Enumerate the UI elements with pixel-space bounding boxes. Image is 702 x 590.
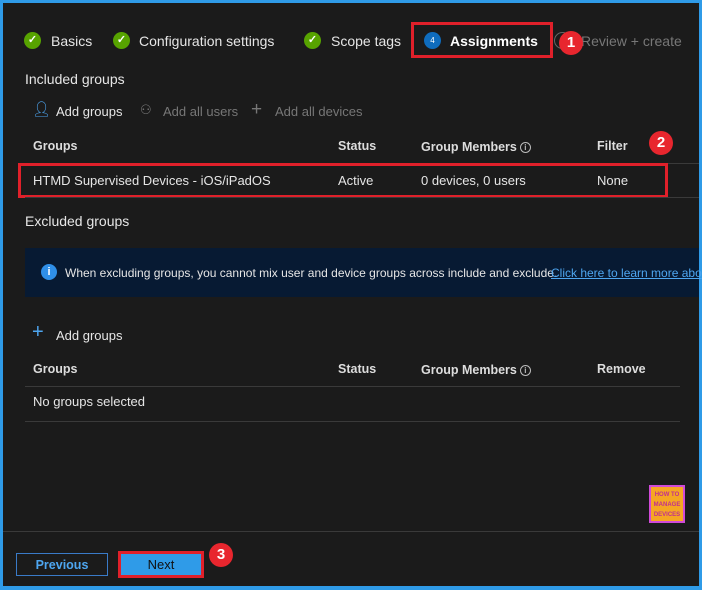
users-icon: ⚇ xyxy=(140,102,152,117)
assignment-wizard: ✓ Basics ✓ Configuration settings ✓ Scop… xyxy=(3,3,702,586)
step-scope-tags[interactable]: Scope tags xyxy=(331,33,401,49)
annotation-badge: 2 xyxy=(649,131,673,155)
step-basics[interactable]: Basics xyxy=(51,33,92,49)
highlight-box xyxy=(411,22,553,58)
info-text: When excluding groups, you cannot mix us… xyxy=(65,266,558,280)
next-button[interactable]: Next xyxy=(118,551,204,578)
annotation-badge: 3 xyxy=(209,543,233,567)
add-groups-button[interactable]: Add groups xyxy=(56,104,123,119)
info-icon: i xyxy=(519,365,531,376)
excluded-groups-title: Excluded groups xyxy=(25,213,130,229)
check-icon: ✓ xyxy=(24,32,41,49)
add-person-icon: 👤︎ xyxy=(32,101,52,118)
col-status: Status xyxy=(338,362,377,376)
add-excluded-groups-button[interactable]: Add groups xyxy=(56,328,123,343)
learn-more-link[interactable]: Click here to learn more abo xyxy=(551,266,702,280)
add-all-users-button[interactable]: Add all users xyxy=(163,104,238,119)
col-group-members: Group Members i xyxy=(421,140,531,154)
step-configuration-settings[interactable]: Configuration settings xyxy=(139,33,274,49)
check-icon: ✓ xyxy=(113,32,130,49)
plus-icon: + xyxy=(251,99,263,120)
annotation-badge: 1 xyxy=(559,31,583,55)
included-groups-title: Included groups xyxy=(25,71,125,87)
add-all-devices-button[interactable]: Add all devices xyxy=(275,104,362,119)
empty-state: No groups selected xyxy=(33,394,146,409)
previous-button[interactable]: Previous xyxy=(16,553,108,576)
step-review-create[interactable]: Review + create xyxy=(581,33,682,49)
info-icon: i xyxy=(519,142,531,153)
highlight-box xyxy=(18,163,668,198)
info-icon: i xyxy=(41,264,57,280)
col-group-members: Group Members i xyxy=(421,363,531,377)
check-icon: ✓ xyxy=(304,32,321,49)
plus-icon: + xyxy=(32,321,44,343)
htmd-logo: HOW TO MANAGE DEVICES xyxy=(649,485,685,523)
col-status: Status xyxy=(338,139,377,153)
col-groups: Groups xyxy=(33,362,78,376)
col-remove: Remove xyxy=(597,362,646,376)
col-groups: Groups xyxy=(33,139,78,153)
info-banner: i When excluding groups, you cannot mix … xyxy=(25,248,702,297)
col-filter: Filter xyxy=(597,139,628,153)
